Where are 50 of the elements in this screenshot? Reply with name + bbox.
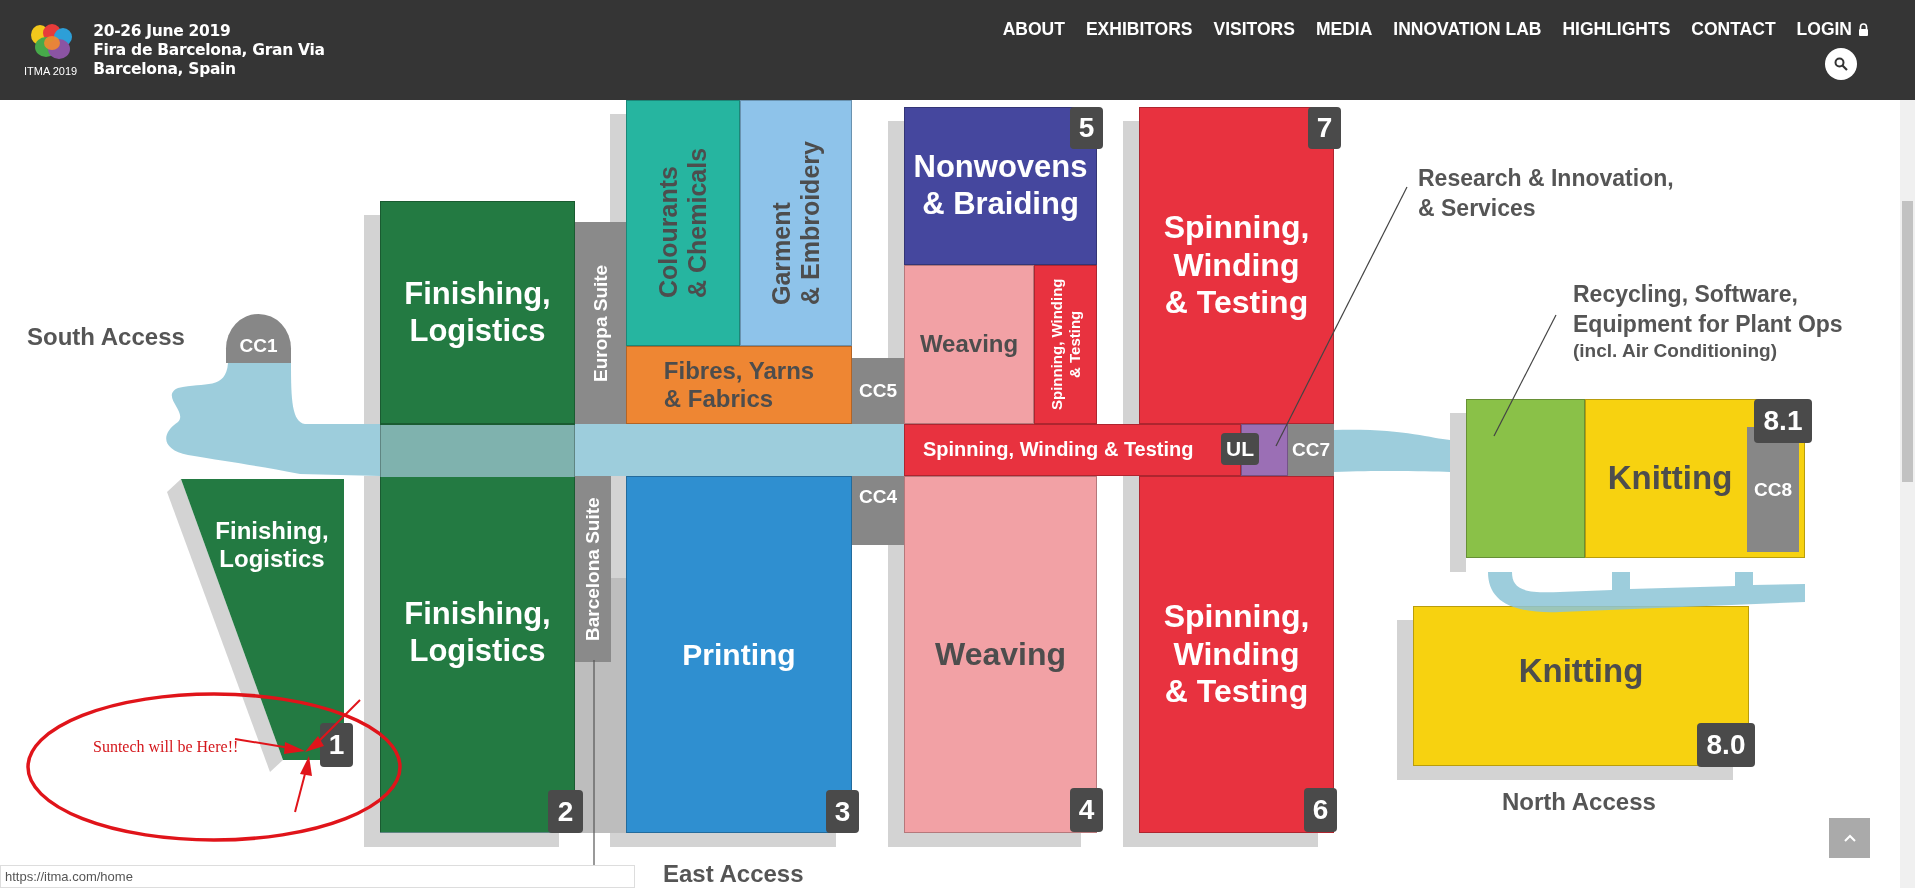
access-label: North Access bbox=[1502, 788, 1656, 816]
nav-link[interactable]: INNOVATION LAB bbox=[1393, 19, 1542, 40]
access-label: East Access bbox=[663, 860, 804, 888]
hall-number: 2 bbox=[548, 790, 583, 833]
nav-link[interactable]: VISITORS bbox=[1213, 19, 1295, 40]
hall-number: 1 bbox=[320, 723, 353, 767]
nav-link[interactable]: EXHIBITORS bbox=[1085, 19, 1193, 40]
login-link[interactable]: LOGIN bbox=[1796, 19, 1869, 40]
hall-area: Spinning, Winding & Testing bbox=[1034, 265, 1097, 424]
access-label: South Access bbox=[27, 323, 185, 351]
hall-number: 8.0 bbox=[1697, 723, 1755, 767]
nav-link[interactable]: HIGHLIGHTS bbox=[1562, 19, 1671, 40]
callout-label: Research & Innovation, & Services bbox=[1418, 164, 1674, 223]
hall-number: 7 bbox=[1308, 107, 1341, 149]
annotation-text: Suntech will be Here!! bbox=[93, 738, 239, 756]
hall-area: Garment & Embroidery bbox=[740, 100, 852, 346]
annotation-arrow bbox=[294, 756, 312, 813]
callout-note: (incl. Air Conditioning) bbox=[1573, 339, 1779, 362]
nav-link[interactable]: CONTACT bbox=[1691, 19, 1776, 40]
hall-number: 4 bbox=[1070, 788, 1103, 832]
event-info: Barcelona, Spain bbox=[93, 59, 237, 79]
service-point: CC7 bbox=[1288, 424, 1334, 476]
event-info: 20-26 June 2019 bbox=[93, 21, 232, 41]
service-point: CC5 bbox=[852, 358, 904, 424]
search-button[interactable] bbox=[1825, 48, 1857, 80]
scrollbar-thumb[interactable] bbox=[1902, 201, 1913, 482]
hall-label: Finishing, Logistics bbox=[214, 515, 330, 574]
hall-number: 5 bbox=[1070, 107, 1103, 149]
suite-label: Europa Suite bbox=[575, 222, 626, 424]
callout-label: Recycling, Software, Equipment for Plant Ops bbox=[1573, 280, 1843, 339]
service-point: UL bbox=[1221, 433, 1259, 465]
hall-area: Finishing, Logistics bbox=[380, 201, 575, 424]
hall-area: Fibres, Yarns & Fabrics bbox=[626, 346, 852, 424]
logo-text: ITMA 2019 bbox=[24, 65, 78, 77]
search-icon bbox=[1834, 57, 1848, 71]
scrollbar-track[interactable] bbox=[1900, 100, 1915, 888]
chevron-up-icon bbox=[1843, 834, 1856, 842]
event-info: Fira de Barcelona, Gran Via bbox=[93, 40, 325, 60]
service-point: CC4 bbox=[852, 476, 904, 545]
hall-number: 6 bbox=[1304, 788, 1337, 832]
hall-area: Colourants & Chemicals bbox=[626, 100, 740, 346]
status-bar: https://itma.com/home bbox=[0, 865, 635, 888]
service-point: CC1 bbox=[226, 314, 291, 363]
lock-icon bbox=[1858, 23, 1869, 36]
back-to-top-button[interactable] bbox=[1829, 818, 1870, 858]
nav-link[interactable]: MEDIA bbox=[1315, 19, 1373, 40]
nav-link[interactable]: ABOUT bbox=[1002, 19, 1065, 40]
hall-number: 3 bbox=[826, 790, 859, 833]
suite-label: Barcelona Suite bbox=[575, 476, 611, 662]
hall-area: Weaving bbox=[904, 265, 1034, 424]
